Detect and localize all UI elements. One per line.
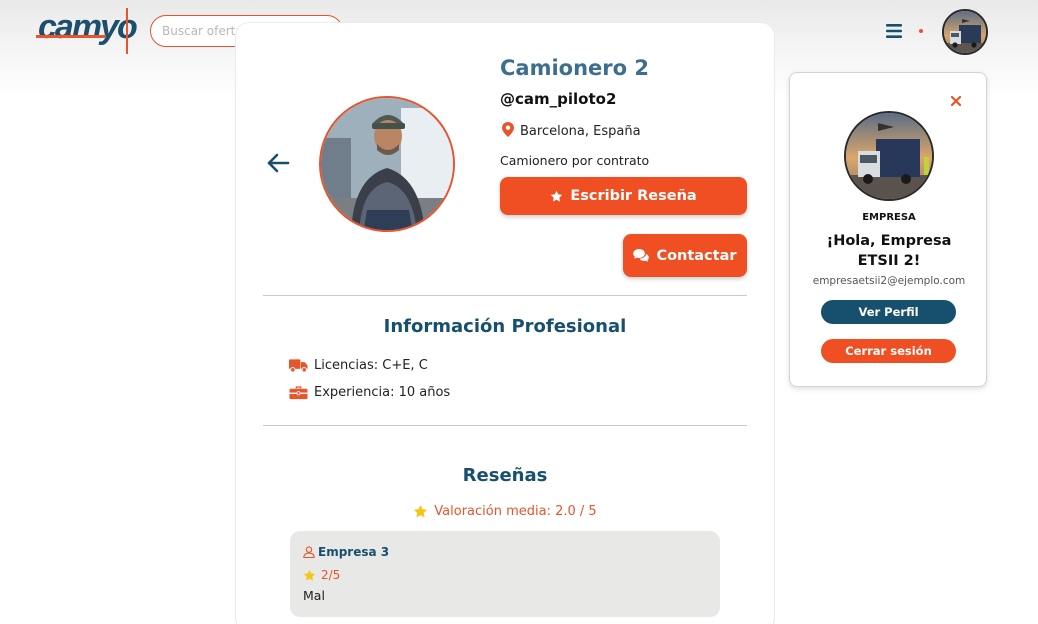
- account-email: empresaetsii2@ejemplo.com: [812, 275, 966, 287]
- average-rating: Valoración media: 2.0 / 5: [263, 504, 747, 519]
- greeting: ¡Hola, Empresa ETSII 2!: [826, 233, 952, 269]
- write-review-label: Escribir Reseña: [570, 188, 697, 204]
- header-divider: [126, 8, 128, 54]
- user-icon: [303, 546, 315, 558]
- profile-name: Camionero 2: [500, 56, 649, 80]
- review-author-name: Empresa 3: [318, 545, 390, 559]
- average-rating-text: Valoración media: 2.0 / 5: [434, 504, 597, 519]
- star-icon: [414, 504, 428, 518]
- review-rating: 2/5: [303, 568, 340, 582]
- experience-row: Experiencia: 10 años: [289, 385, 450, 400]
- chat-bubbles-icon: [633, 249, 650, 262]
- star-icon: [303, 569, 316, 581]
- reviews-title: Reseñas: [462, 465, 548, 486]
- company-avatar: [844, 111, 934, 201]
- logo-text: camyo: [38, 8, 138, 46]
- review-author: Empresa 3: [303, 545, 389, 559]
- review-rating-text: 2/5: [321, 568, 341, 582]
- experience-text: Experiencia: 10 años: [314, 385, 451, 400]
- logout-button[interactable]: Cerrar sesión: [821, 339, 956, 363]
- section-divider: [263, 425, 747, 426]
- back-arrow-icon[interactable]: [266, 152, 290, 174]
- section-divider: [263, 295, 747, 296]
- logo-underline: [36, 35, 106, 38]
- user-avatar-button[interactable]: [942, 9, 988, 55]
- contact-label: Contactar: [656, 247, 737, 264]
- profile-photo: [319, 96, 455, 232]
- briefcase-icon: [289, 386, 308, 400]
- profile-location: Barcelona, España: [520, 124, 641, 139]
- trucker-portrait-image: [321, 98, 453, 230]
- profile-role: Camionero por contrato: [500, 153, 650, 168]
- write-review-button[interactable]: Escribir Reseña: [500, 177, 747, 215]
- licenses-row: Licencias: C+E, C: [289, 358, 428, 373]
- user-menu-panel: EMPRESA ¡Hola, Empresa ETSII 2! empresae…: [789, 72, 987, 387]
- licenses-text: Licencias: C+E, C: [314, 358, 428, 373]
- camyo-logo[interactable]: camyo: [36, 8, 138, 54]
- close-icon[interactable]: [951, 96, 961, 106]
- view-profile-button[interactable]: Ver Perfil: [821, 300, 956, 324]
- review-item: Empresa 3 2/5 Mal: [290, 531, 720, 617]
- star-icon: [551, 190, 563, 202]
- account-role: EMPRESA: [862, 212, 916, 223]
- profile-handle: @cam_piloto2: [500, 90, 617, 108]
- hamburger-menu-icon[interactable]: [886, 24, 902, 38]
- truck-avatar-image: [846, 113, 932, 199]
- map-pin-icon: [502, 122, 514, 137]
- professional-info-title: Información Profesional: [383, 316, 627, 337]
- truck-icon: [289, 359, 308, 373]
- contact-button[interactable]: Contactar: [623, 234, 747, 277]
- notification-dot: [919, 29, 923, 33]
- review-text: Mal: [303, 588, 325, 603]
